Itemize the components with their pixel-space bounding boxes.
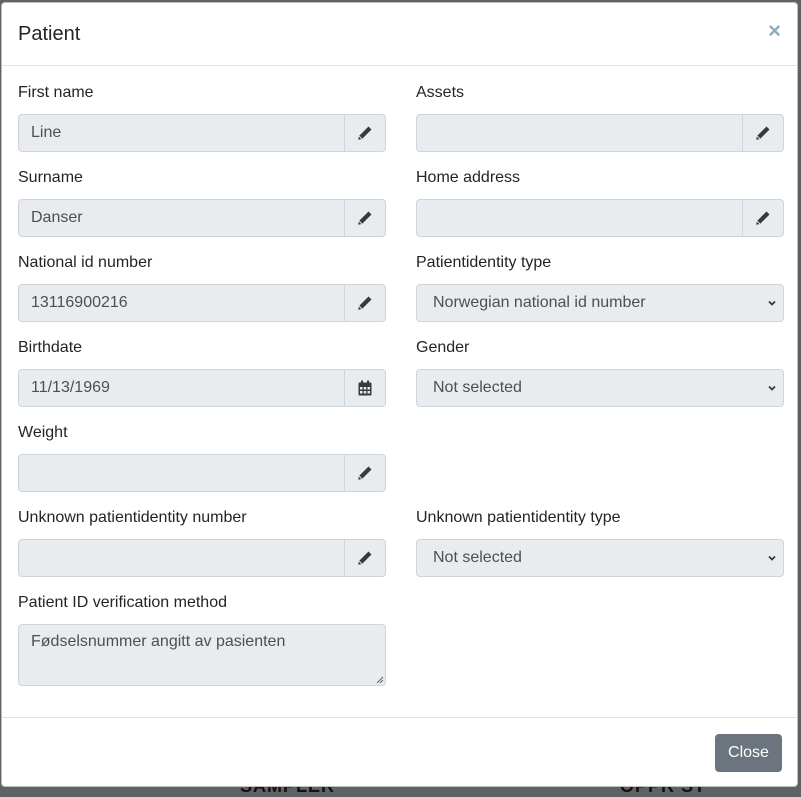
birthdate-input[interactable]: 11/13/1969 — [19, 370, 344, 406]
weight-input-group — [18, 454, 386, 492]
unknown-type-label: Unknown patientidentity type — [416, 509, 621, 526]
first-name-input-group: Line — [18, 114, 386, 152]
unknown-number-label: Unknown patientidentity number — [18, 509, 247, 526]
gender-label: Gender — [416, 339, 470, 356]
surname-label: Surname — [18, 169, 83, 186]
verification-textarea[interactable]: Fødselsnummer angitt av pasienten — [18, 624, 386, 686]
modal-footer: Close — [2, 718, 797, 788]
gender-select[interactable]: Not selected — [416, 369, 784, 407]
unknown-number-field: Unknown patientidentity number — [18, 508, 386, 577]
surname-input-group: Danser — [18, 199, 386, 237]
patient-modal: Patient × First name Line Assets Surname… — [1, 2, 798, 787]
national-id-edit-button[interactable] — [344, 285, 385, 321]
weight-input[interactable] — [19, 455, 344, 491]
birthdate-calendar-button[interactable] — [344, 370, 385, 406]
home-address-input-group — [416, 199, 784, 237]
unknown-number-input[interactable] — [19, 540, 344, 576]
assets-field: Assets — [416, 83, 784, 152]
pencil-icon — [756, 211, 770, 225]
national-id-label: National id number — [18, 254, 153, 271]
pencil-icon — [358, 211, 372, 225]
first-name-label: First name — [18, 84, 94, 101]
modal-header: Patient × — [2, 3, 797, 66]
unknown-number-edit-button[interactable] — [344, 540, 385, 576]
surname-input[interactable]: Danser — [19, 200, 344, 236]
gender-value: Not selected — [433, 379, 522, 396]
home-address-edit-button[interactable] — [742, 200, 783, 236]
weight-edit-button[interactable] — [344, 455, 385, 491]
assets-input[interactable] — [417, 115, 742, 151]
birthdate-input-group: 11/13/1969 — [18, 369, 386, 407]
assets-edit-button[interactable] — [742, 115, 783, 151]
home-address-field: Home address — [416, 168, 784, 237]
weight-label: Weight — [18, 424, 68, 441]
unknown-number-input-group — [18, 539, 386, 577]
assets-label: Assets — [416, 84, 465, 101]
chevron-down-icon — [768, 300, 776, 306]
home-address-label: Home address — [416, 169, 521, 186]
unknown-type-select[interactable]: Not selected — [416, 539, 784, 577]
modal-body: First name Line Assets Surname Danser Ho… — [2, 66, 797, 718]
pencil-icon — [358, 126, 372, 140]
identity-type-field: Patientidentity type Norwegian national … — [416, 253, 784, 322]
chevron-down-icon — [768, 555, 776, 561]
birthdate-field: Birthdate 11/13/1969 — [18, 338, 386, 407]
resize-grip-icon[interactable] — [375, 675, 384, 684]
calendar-icon — [358, 380, 372, 396]
identity-type-value: Norwegian national id number — [433, 294, 646, 311]
pencil-icon — [756, 126, 770, 140]
assets-input-group — [416, 114, 784, 152]
pencil-icon — [358, 466, 372, 480]
close-button[interactable]: Close — [715, 734, 782, 772]
verification-label: Patient ID verification method — [18, 594, 227, 611]
home-address-input[interactable] — [417, 200, 742, 236]
gender-field: Gender Not selected — [416, 338, 784, 407]
surname-field: Surname Danser — [18, 168, 386, 237]
pencil-icon — [358, 296, 372, 310]
verification-value: Fødselsnummer angitt av pasienten — [31, 633, 286, 650]
birthdate-label: Birthdate — [18, 339, 83, 356]
close-icon[interactable]: × — [768, 20, 781, 42]
unknown-type-value: Not selected — [433, 549, 522, 566]
surname-edit-button[interactable] — [344, 200, 385, 236]
first-name-field: First name Line — [18, 83, 386, 152]
national-id-input[interactable]: 13116900216 — [19, 285, 344, 321]
verification-field: Patient ID verification method Fødselsnu… — [18, 593, 386, 686]
first-name-edit-button[interactable] — [344, 115, 385, 151]
national-id-input-group: 13116900216 — [18, 284, 386, 322]
unknown-type-field: Unknown patientidentity type Not selecte… — [416, 508, 784, 577]
first-name-input[interactable]: Line — [19, 115, 344, 151]
chevron-down-icon — [768, 385, 776, 391]
modal-title: Patient — [18, 23, 81, 45]
pencil-icon — [358, 551, 372, 565]
weight-field: Weight — [18, 423, 386, 492]
national-id-field: National id number 13116900216 — [18, 253, 386, 322]
identity-type-select[interactable]: Norwegian national id number — [416, 284, 784, 322]
identity-type-label: Patientidentity type — [416, 254, 552, 271]
